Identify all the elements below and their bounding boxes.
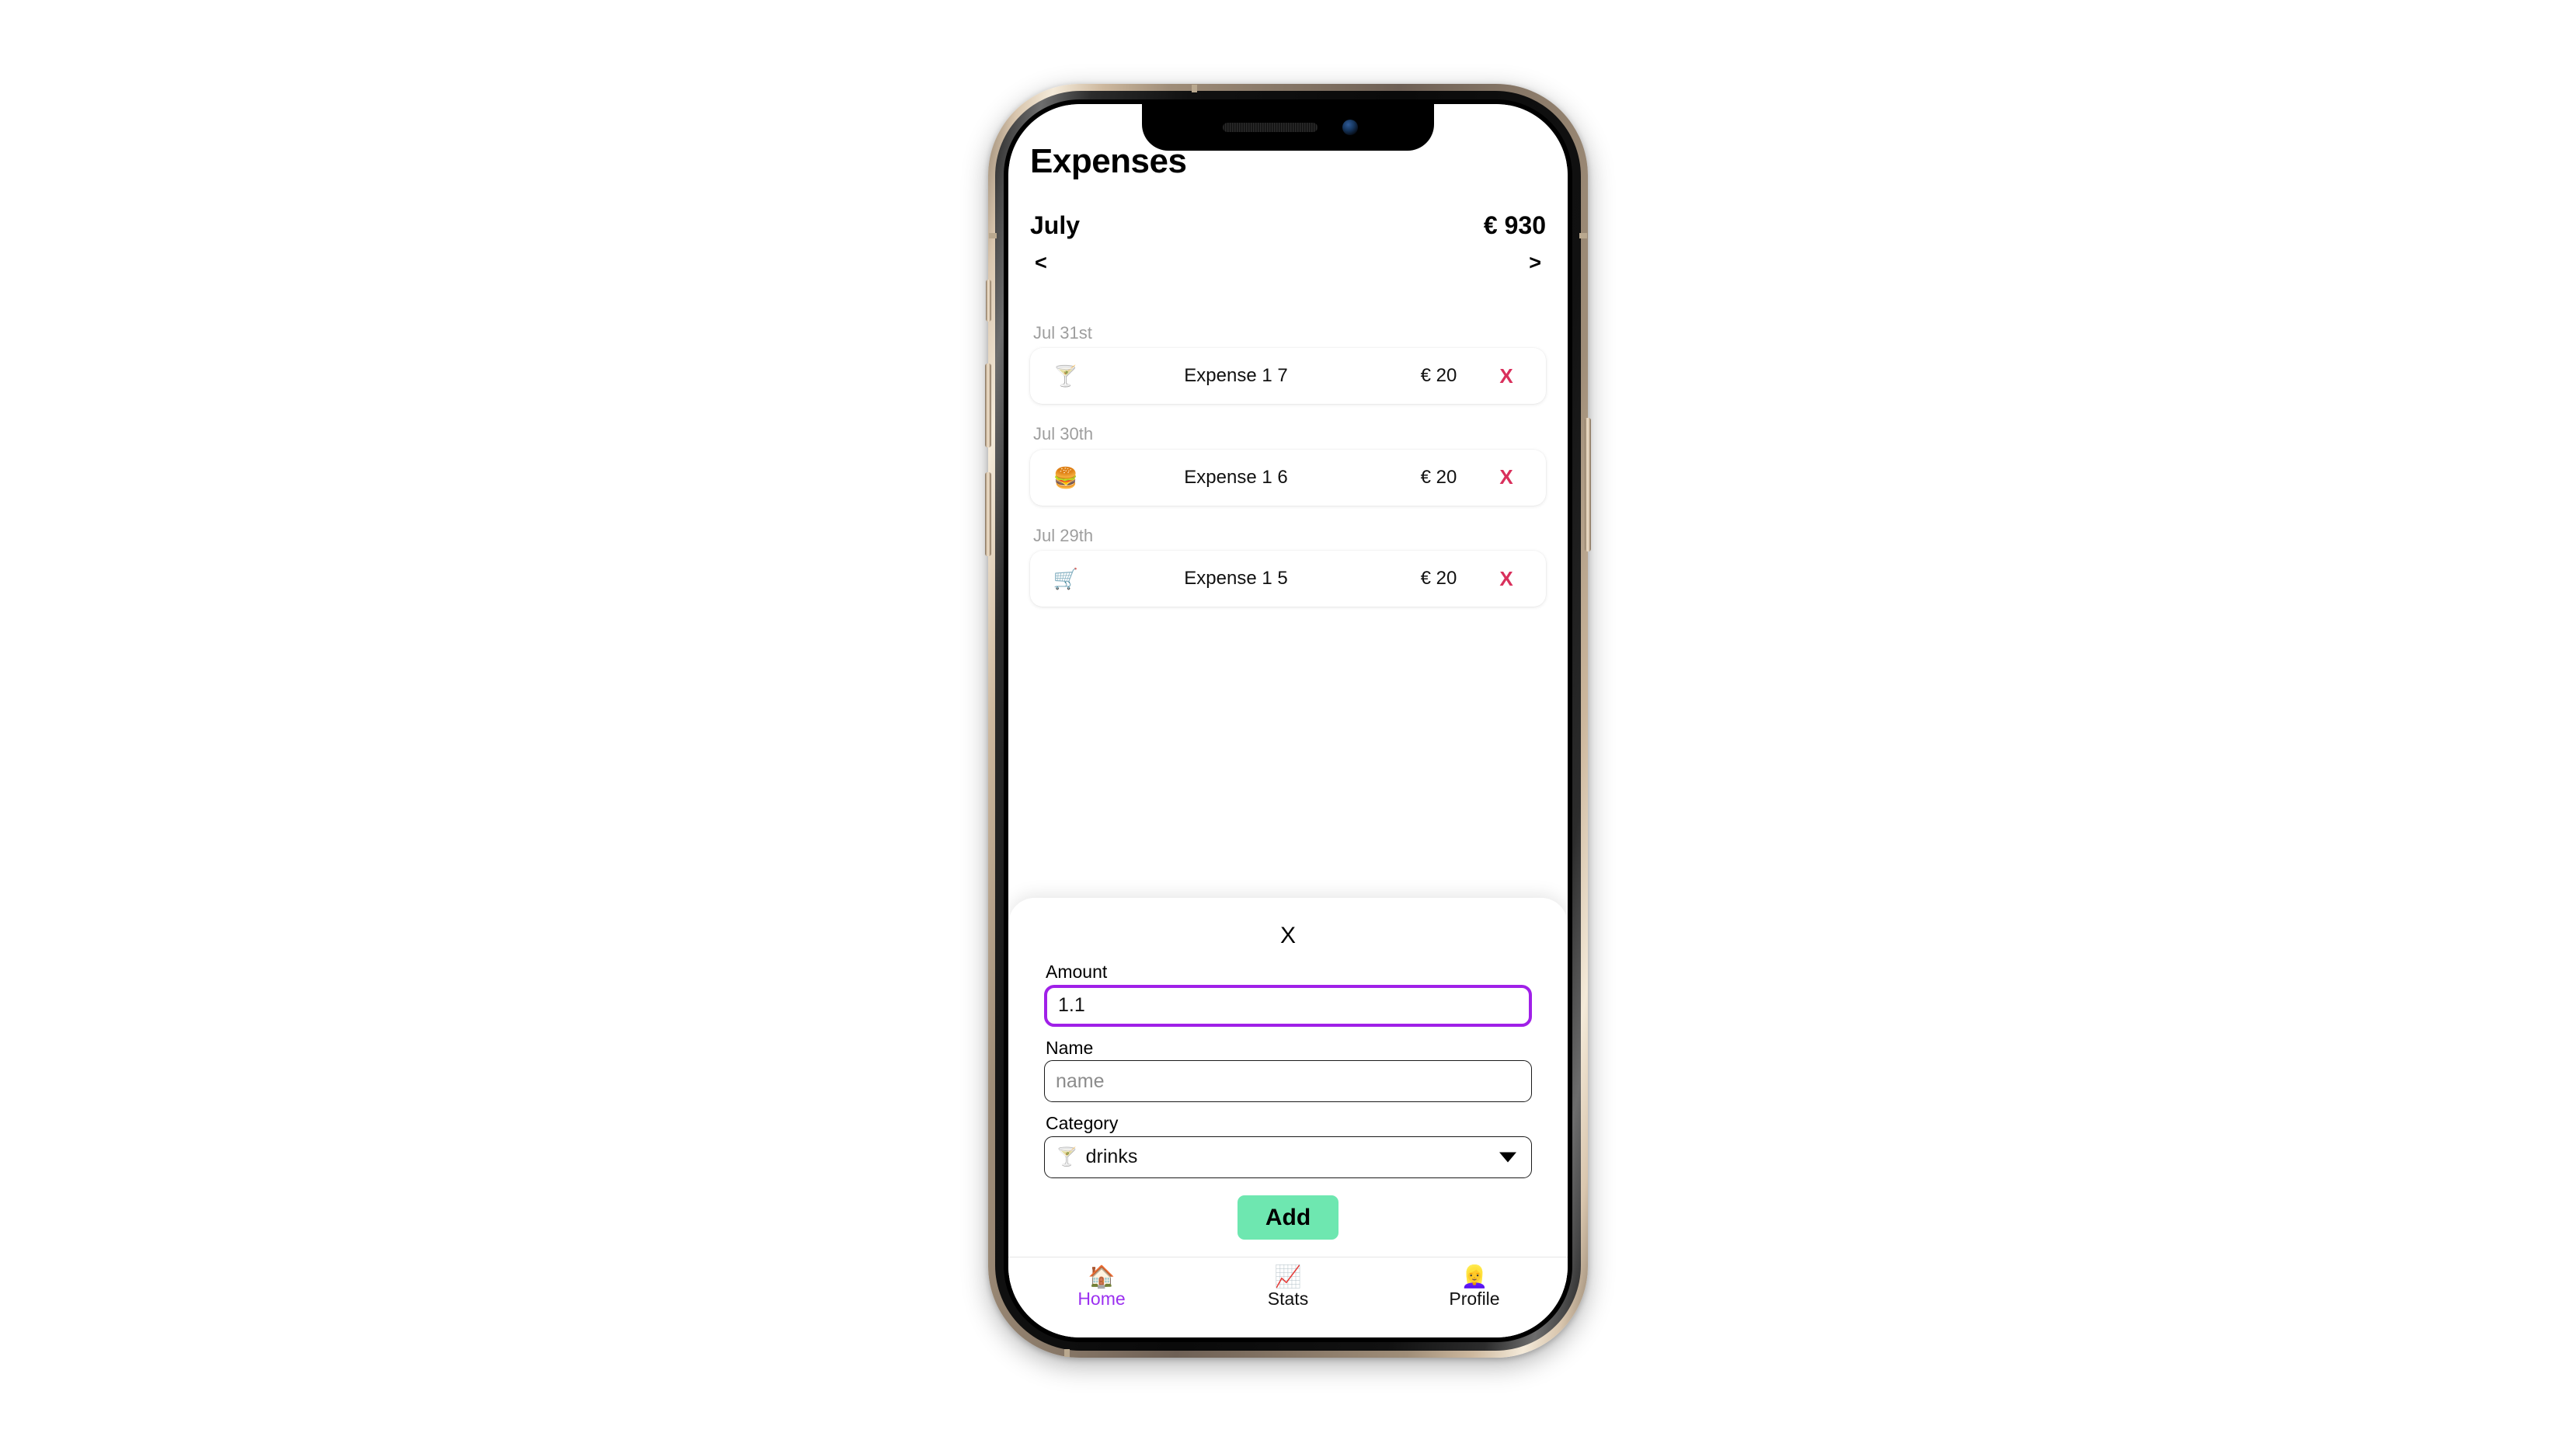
expenses-app: Expenses July € 930 < > Jul 31st 🍸 Expen… <box>1008 104 1568 1337</box>
front-camera-icon <box>1342 120 1358 135</box>
expense-name: Expense 1 5 <box>1184 568 1288 590</box>
expense-group: Jul 30th 🍔 Expense 1 6 € 20 X <box>1030 424 1546 506</box>
month-navigation-row: < > <box>1030 252 1546 273</box>
next-month-button[interactable]: > <box>1524 252 1546 273</box>
delete-expense-button[interactable]: X <box>1485 567 1527 591</box>
category-select[interactable]: 🍸 drinks <box>1044 1136 1532 1178</box>
silent-switch-button[interactable] <box>986 280 991 322</box>
amount-field-group: Amount <box>1044 962 1532 1027</box>
screenshot-canvas: Expenses July € 930 < > Jul 31st 🍸 Expen… <box>0 0 2576 1440</box>
volume-down-button[interactable] <box>985 472 991 556</box>
antenna-seam-right <box>1579 233 1587 238</box>
table-row[interactable]: 🍔 Expense 1 6 € 20 X <box>1030 449 1546 506</box>
category-field-group: Category 🍸 drinks <box>1044 1113 1532 1178</box>
antenna-seam-left <box>989 233 997 238</box>
antenna-seam-top <box>1192 85 1197 92</box>
app-content: Expenses July € 930 < > Jul 31st 🍸 Expen… <box>1008 104 1568 1257</box>
previous-month-button[interactable]: < <box>1030 252 1052 273</box>
current-month-label: July <box>1030 211 1081 239</box>
volume-up-button[interactable] <box>985 363 991 447</box>
name-field-label: Name <box>1046 1037 1094 1058</box>
expense-name: Expense 1 6 <box>1184 466 1288 488</box>
phone-device-frame: Expenses July € 930 < > Jul 31st 🍸 Expen… <box>985 84 1591 1358</box>
expense-date-header: Jul 29th <box>1033 525 1094 545</box>
expense-amount: € 20 <box>1420 466 1457 488</box>
tab-profile-label: Profile <box>1449 1289 1500 1310</box>
month-summary-row: July € 930 <box>1030 211 1546 240</box>
name-field-group: Name <box>1044 1037 1532 1103</box>
add-expense-button[interactable]: Add <box>1237 1195 1339 1240</box>
amount-field-label: Amount <box>1046 962 1108 983</box>
table-row[interactable]: 🛒 Expense 1 5 € 20 X <box>1030 551 1546 607</box>
person-icon: 👱‍♀️ <box>1460 1264 1488 1289</box>
category-select-wrapper: 🍸 drinks <box>1044 1136 1532 1178</box>
tab-home[interactable]: 🏠 Home <box>1008 1265 1195 1310</box>
table-row[interactable]: 🍸 Expense 1 7 € 20 X <box>1030 348 1546 405</box>
bottom-tab-bar: 🏠 Home 📈 Stats 👱‍♀️ Profile <box>1008 1257 1568 1337</box>
category-field-label: Category <box>1046 1113 1119 1134</box>
shopping-cart-icon: 🛒 <box>1053 567 1079 591</box>
antenna-seam-bottom <box>1064 1349 1070 1357</box>
expense-date-header: Jul 30th <box>1033 424 1094 444</box>
expense-group: Jul 29th 🛒 Expense 1 5 € 20 X <box>1030 526 1546 607</box>
expense-amount: € 20 <box>1420 365 1457 387</box>
expense-amount: € 20 <box>1420 568 1457 590</box>
burger-icon: 🍔 <box>1053 465 1079 489</box>
notch <box>1142 104 1434 151</box>
expense-date-header: Jul 31st <box>1033 323 1092 343</box>
expense-group: Jul 31st 🍸 Expense 1 7 € 20 X <box>1030 323 1546 405</box>
tab-profile[interactable]: 👱‍♀️ Profile <box>1381 1265 1568 1310</box>
phone-screen: Expenses July € 930 < > Jul 31st 🍸 Expen… <box>1008 104 1568 1337</box>
tab-home-label: Home <box>1077 1289 1126 1310</box>
chart-icon: 📈 <box>1274 1264 1302 1289</box>
tab-stats[interactable]: 📈 Stats <box>1195 1265 1381 1310</box>
cocktail-icon: 🍸 <box>1056 1146 1078 1167</box>
expense-list: Jul 31st 🍸 Expense 1 7 € 20 X Jul 30th 🍔… <box>1030 323 1546 607</box>
delete-expense-button[interactable]: X <box>1485 465 1527 489</box>
earpiece-speaker-icon <box>1223 123 1318 132</box>
delete-expense-button[interactable]: X <box>1485 364 1527 388</box>
amount-input[interactable] <box>1044 984 1532 1027</box>
add-expense-sheet: X Amount Name Category <box>1008 898 1568 1257</box>
power-button[interactable] <box>1585 418 1591 551</box>
name-input[interactable] <box>1044 1060 1532 1103</box>
category-selected-label: drinks <box>1085 1146 1138 1167</box>
close-icon[interactable]: X <box>1269 921 1307 951</box>
house-icon: 🏠 <box>1088 1264 1116 1289</box>
cocktail-icon: 🍸 <box>1053 364 1079 388</box>
month-total-amount: € 930 <box>1483 211 1546 239</box>
expense-name: Expense 1 7 <box>1184 365 1288 387</box>
tab-stats-label: Stats <box>1267 1289 1309 1310</box>
